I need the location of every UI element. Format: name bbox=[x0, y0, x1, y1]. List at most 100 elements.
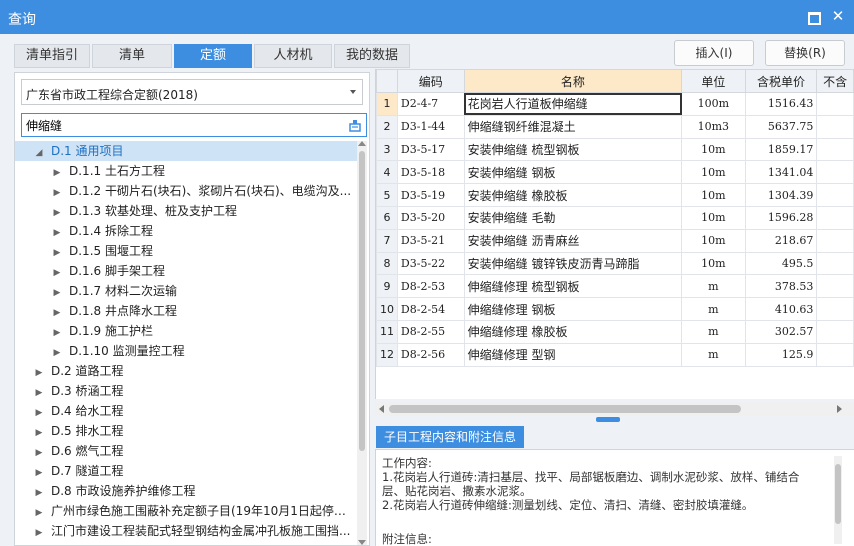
tree-item[interactable]: ▶ D.8 市政设施养护维修工程 bbox=[15, 481, 357, 501]
table-row[interactable]: 12 D8-2-56 伸缩缝修理 型钢 m 125.9 bbox=[376, 342, 854, 367]
triangle-right-icon[interactable]: ▶ bbox=[51, 263, 63, 281]
cell-price[interactable]: 218.67 bbox=[744, 228, 818, 253]
cell-unit[interactable]: 10m bbox=[681, 160, 746, 185]
info-scrollbar[interactable] bbox=[834, 456, 842, 544]
header-price[interactable]: 含税单价 bbox=[744, 69, 818, 93]
scroll-left-icon[interactable] bbox=[379, 405, 384, 413]
panel-splitter[interactable] bbox=[596, 417, 620, 422]
search-box[interactable] bbox=[21, 113, 367, 137]
table-row[interactable]: 5 D3-5-19 安装伸缩缝 橡胶板 10m 1304.39 bbox=[376, 183, 854, 207]
cell-extra[interactable] bbox=[816, 274, 854, 299]
triangle-right-icon[interactable]: ▶ bbox=[33, 383, 45, 401]
cell-name[interactable]: 伸缩缝修理 梳型钢板 bbox=[463, 274, 683, 299]
tree-item[interactable]: ◢ D.1 通用项目 bbox=[15, 141, 357, 161]
triangle-right-icon[interactable]: ▶ bbox=[33, 403, 45, 421]
filter-search-icon[interactable] bbox=[348, 118, 362, 132]
cell-unit[interactable]: 10m bbox=[681, 251, 746, 276]
cell-price[interactable]: 1304.39 bbox=[744, 183, 818, 207]
row-number[interactable]: 10 bbox=[376, 297, 398, 321]
cell-code[interactable]: D8-2-54 bbox=[396, 297, 465, 321]
triangle-right-icon[interactable]: ▶ bbox=[51, 283, 63, 301]
row-number[interactable]: 12 bbox=[376, 342, 398, 367]
cell-code[interactable]: D3-5-21 bbox=[396, 228, 465, 253]
cell-name[interactable]: 伸缩缝修理 钢板 bbox=[463, 297, 683, 321]
cell-code[interactable]: D3-5-20 bbox=[396, 205, 465, 230]
tree-item[interactable]: ▶ D.1.10 监测量控工程 bbox=[15, 341, 357, 361]
cell-name[interactable]: 安装伸缩缝 梳型钢板 bbox=[463, 137, 683, 162]
cell-extra[interactable] bbox=[816, 228, 854, 253]
cell-name[interactable]: 安装伸缩缝 沥青麻丝 bbox=[463, 228, 683, 253]
tree-item[interactable]: ▶ D.1.5 围堰工程 bbox=[15, 241, 357, 261]
tab-bill-guide[interactable]: 清单指引 bbox=[14, 44, 90, 68]
tree-item[interactable]: ▶ D.1.8 井点降水工程 bbox=[15, 301, 357, 321]
cell-code[interactable]: D3-5-18 bbox=[396, 160, 465, 185]
grid-horizontal-scrollbar[interactable] bbox=[375, 402, 854, 416]
cell-price[interactable]: 1341.04 bbox=[744, 160, 818, 185]
cell-unit[interactable]: m bbox=[681, 274, 746, 299]
cell-code[interactable]: D3-5-22 bbox=[396, 251, 465, 276]
triangle-right-icon[interactable]: ▶ bbox=[33, 423, 45, 441]
close-icon[interactable]: ✕ bbox=[830, 8, 846, 24]
tree-item[interactable]: ▶ D.6 燃气工程 bbox=[15, 441, 357, 461]
tab-labor-material[interactable]: 人材机 bbox=[254, 44, 332, 68]
cell-code[interactable]: D3-5-17 bbox=[396, 137, 465, 162]
cell-name[interactable]: 伸缩缝钢纤维混凝土 bbox=[463, 114, 683, 139]
table-row[interactable]: 3 D3-5-17 安装伸缩缝 梳型钢板 10m 1859.17 bbox=[376, 137, 854, 162]
row-number[interactable]: 2 bbox=[376, 114, 398, 139]
tab-bill[interactable]: 清单 bbox=[92, 44, 172, 68]
cell-extra[interactable] bbox=[816, 251, 854, 276]
triangle-down-icon[interactable]: ◢ bbox=[33, 143, 45, 161]
triangle-right-icon[interactable]: ▶ bbox=[51, 343, 63, 361]
cell-price[interactable]: 1859.17 bbox=[744, 137, 818, 162]
row-number[interactable]: 6 bbox=[376, 205, 398, 230]
cell-unit[interactable]: 10m bbox=[681, 183, 746, 207]
cell-unit[interactable]: 10m bbox=[681, 137, 746, 162]
cell-name[interactable]: 安装伸缩缝 镀锌铁皮沥青马蹄脂 bbox=[463, 251, 683, 276]
tab-my-data[interactable]: 我的数据 bbox=[334, 44, 410, 68]
cell-extra[interactable] bbox=[816, 342, 854, 367]
header-unit[interactable]: 单位 bbox=[681, 69, 746, 93]
triangle-right-icon[interactable]: ▶ bbox=[33, 503, 45, 521]
triangle-right-icon[interactable]: ▶ bbox=[51, 223, 63, 241]
cell-price[interactable]: 410.63 bbox=[744, 297, 818, 321]
maximize-icon[interactable] bbox=[806, 8, 822, 24]
row-number[interactable]: 11 bbox=[376, 319, 398, 344]
cell-extra[interactable] bbox=[816, 114, 854, 139]
cell-name[interactable]: 安装伸缩缝 钢板 bbox=[463, 160, 683, 185]
triangle-right-icon[interactable]: ▶ bbox=[33, 443, 45, 461]
tab-content-notes[interactable]: 子目工程内容和附注信息 bbox=[376, 426, 524, 448]
header-name[interactable]: 名称 bbox=[463, 69, 683, 93]
cell-price[interactable]: 125.9 bbox=[744, 342, 818, 367]
cell-unit[interactable]: 100m bbox=[681, 92, 746, 116]
row-number[interactable]: 5 bbox=[376, 183, 398, 207]
tree-item[interactable]: ▶ D.1.2 干砌片石(块石)、浆砌片石(块石)、电缆沟及... bbox=[15, 181, 357, 201]
tree-item[interactable]: ▶ D.1.9 施工护栏 bbox=[15, 321, 357, 341]
cell-code[interactable]: D8-2-56 bbox=[396, 342, 465, 367]
table-row[interactable]: 1 D2-4-7 花岗岩人行道板伸缩缝 100m 1516.43 bbox=[376, 92, 854, 116]
cell-code[interactable]: D3-5-19 bbox=[396, 183, 465, 207]
cell-extra[interactable] bbox=[816, 205, 854, 230]
cell-extra[interactable] bbox=[816, 319, 854, 344]
insert-button[interactable]: 插入(I) bbox=[674, 40, 754, 66]
table-row[interactable]: 11 D8-2-55 伸缩缝修理 橡胶板 m 302.57 bbox=[376, 319, 854, 344]
cell-unit[interactable]: m bbox=[681, 319, 746, 344]
tab-quota[interactable]: 定额 bbox=[174, 44, 252, 68]
row-number[interactable]: 7 bbox=[376, 228, 398, 253]
cell-price[interactable]: 378.53 bbox=[744, 274, 818, 299]
triangle-right-icon[interactable]: ▶ bbox=[51, 303, 63, 321]
cell-code[interactable]: D2-4-7 bbox=[396, 92, 465, 116]
cell-code[interactable]: D8-2-55 bbox=[396, 319, 465, 344]
triangle-right-icon[interactable]: ▶ bbox=[33, 523, 45, 541]
scroll-down-icon[interactable] bbox=[358, 540, 366, 545]
cell-price[interactable]: 1516.43 bbox=[744, 92, 818, 116]
tree-scrollbar[interactable] bbox=[357, 141, 367, 545]
tree-item[interactable]: ▶ 江门市建设工程装配式轻型钢结构金属冲孔板施工围挡... bbox=[15, 521, 357, 541]
row-number[interactable]: 1 bbox=[376, 92, 398, 116]
tree-item[interactable]: ▶ D.7 隧道工程 bbox=[15, 461, 357, 481]
cell-unit[interactable]: 10m bbox=[681, 228, 746, 253]
tree-scroll-thumb[interactable] bbox=[359, 151, 365, 451]
grid-scroll-thumb[interactable] bbox=[389, 405, 741, 413]
triangle-right-icon[interactable]: ▶ bbox=[33, 363, 45, 381]
triangle-right-icon[interactable]: ▶ bbox=[33, 483, 45, 501]
cell-extra[interactable] bbox=[816, 137, 854, 162]
